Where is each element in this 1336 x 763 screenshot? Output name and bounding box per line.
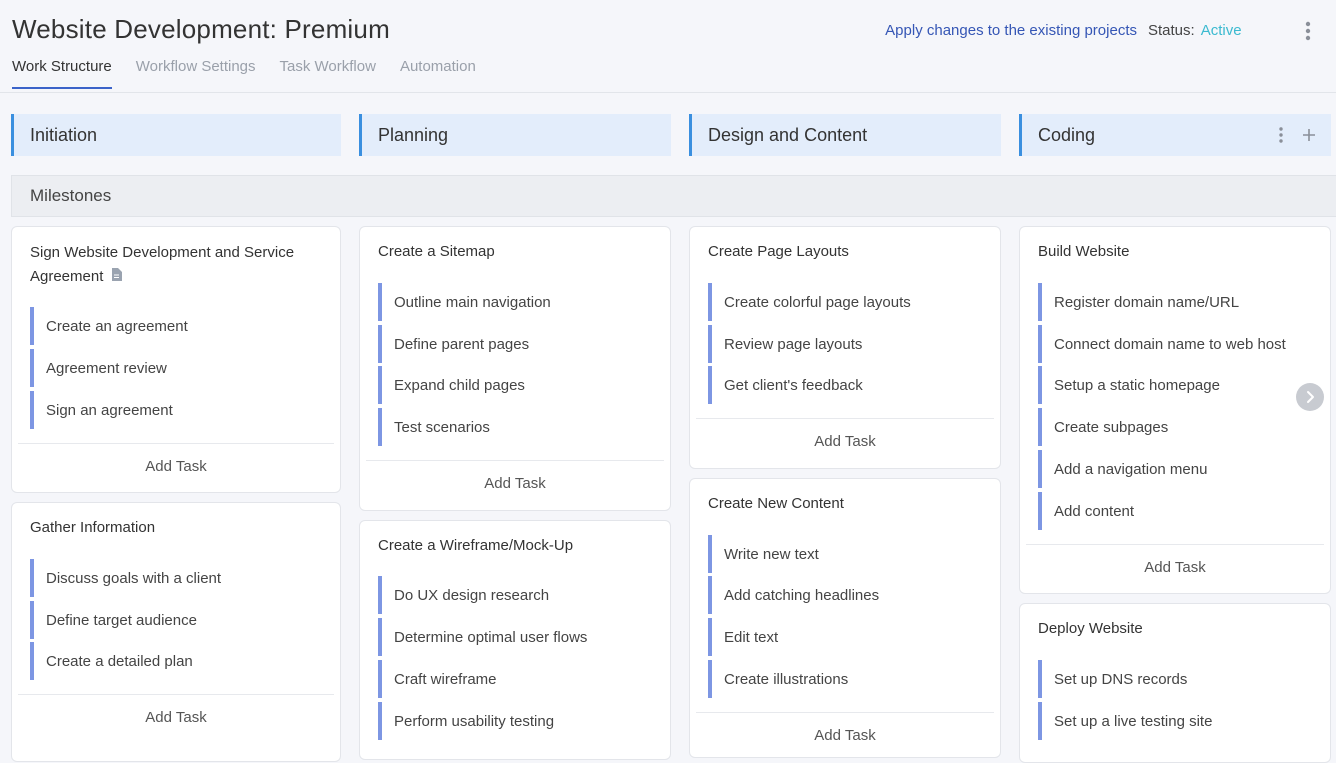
tab-automation[interactable]: Automation [400,58,476,89]
milestones-bar[interactable]: Milestones [11,175,1336,217]
milestone-card[interactable]: Create a Sitemap Outline main navigation… [359,226,671,511]
task-item[interactable]: Create a detailed plan [30,642,330,680]
task-item[interactable]: Craft wireframe [378,660,660,698]
task-item[interactable]: Create subpages [1038,408,1320,446]
status: Status: Active [1148,22,1242,39]
task-item[interactable]: Agreement review [30,349,330,387]
add-stage-plus-icon[interactable] [1301,125,1317,145]
card-title: Sign Website Development and Service Agr… [30,241,330,289]
task-item[interactable]: Test scenarios [378,408,660,446]
add-task-button[interactable]: Add Task [690,419,1000,463]
status-label: Status: [1148,22,1195,39]
add-task-button[interactable]: Add Task [12,695,340,739]
card-title: Create a Sitemap [378,243,495,260]
card-title: Create Page Layouts [708,243,849,260]
task-item[interactable]: Setup a static homepage [1038,366,1320,404]
apply-changes-link[interactable]: Apply changes to the existing projects [885,22,1137,39]
card-title: Deploy Website [1038,620,1143,637]
milestone-card[interactable]: Gather Information Discuss goals with a … [11,502,341,762]
card-title-text: Sign Website Development and Service Agr… [30,244,295,285]
stage-label: Initiation [30,124,98,145]
task-item[interactable]: Expand child pages [378,366,660,404]
stage-tools [1273,114,1317,156]
task-item[interactable]: Determine optimal user flows [378,618,660,656]
add-task-button[interactable]: Add Task [1020,545,1330,589]
card-title: Gather Information [30,519,156,536]
milestone-card[interactable]: Sign Website Development and Service Agr… [11,226,341,493]
stage-planning[interactable]: Planning [359,114,671,156]
task-item[interactable]: Get client's feedback [708,366,990,404]
tab-workflow-settings[interactable]: Workflow Settings [136,58,256,89]
task-item[interactable]: Discuss goals with a client [30,559,330,597]
task-item[interactable]: Create illustrations [708,660,990,698]
header-divider [0,92,1336,93]
milestones-label: Milestones [30,186,112,205]
stage-label: Planning [378,124,449,145]
task-item[interactable]: Set up DNS records [1038,660,1320,698]
add-task-button[interactable]: Add Task [12,444,340,488]
task-item[interactable]: Add a navigation menu [1038,450,1320,488]
milestone-card[interactable]: Deploy Website Set up DNS records Set up… [1019,603,1331,763]
task-item[interactable]: Perform usability testing [378,702,660,740]
milestone-card[interactable]: Create New Content Write new text Add ca… [689,478,1001,758]
task-item[interactable]: Do UX design research [378,576,660,614]
milestone-card[interactable]: Create a Wireframe/Mock-Up Do UX design … [359,520,671,760]
stage-initiation[interactable]: Initiation [11,114,341,156]
task-item[interactable]: Set up a live testing site [1038,702,1320,740]
task-item[interactable]: Connect domain name to web host [1038,325,1320,363]
card-title: Build Website [1038,243,1130,260]
stage-more-icon[interactable] [1273,125,1289,145]
task-item[interactable]: Register domain name/URL [1038,283,1320,321]
task-item[interactable]: Outline main navigation [378,283,660,321]
stage-label: Coding [1038,124,1096,145]
card-title: Create New Content [708,495,844,512]
more-options-icon[interactable] [1298,20,1318,42]
task-item[interactable]: Define target audience [30,601,330,639]
task-item[interactable]: Add content [1038,492,1320,530]
stage-label: Design and Content [708,124,868,145]
task-item[interactable]: Define parent pages [378,325,660,363]
tab-task-workflow[interactable]: Task Workflow [280,58,376,89]
milestone-card[interactable]: Build Website Register domain name/URL C… [1019,226,1331,594]
task-item[interactable]: Add catching headlines [708,576,990,614]
task-item[interactable]: Write new text [708,535,990,573]
task-item[interactable]: Sign an agreement [30,391,330,429]
document-icon[interactable] [111,265,123,289]
task-item[interactable]: Review page layouts [708,325,990,363]
milestone-card[interactable]: Create Page Layouts Create colorful page… [689,226,1001,469]
page-title: Website Development: Premium [12,14,390,44]
task-item[interactable]: Create colorful page layouts [708,283,990,321]
task-item[interactable]: Edit text [708,618,990,656]
stage-coding[interactable]: Coding [1019,114,1331,156]
add-task-button[interactable]: Add Task [690,713,1000,757]
tab-work-structure[interactable]: Work Structure [12,58,112,89]
scroll-right-arrow-icon[interactable] [1296,383,1324,411]
status-value: Active [1200,22,1242,39]
task-item[interactable]: Create an agreement [30,307,330,345]
stage-design-and-content[interactable]: Design and Content [689,114,1001,156]
tab-bar: Work Structure Workflow Settings Task Wo… [12,58,476,89]
card-title: Create a Wireframe/Mock-Up [378,537,574,554]
add-task-button[interactable]: Add Task [360,461,670,505]
